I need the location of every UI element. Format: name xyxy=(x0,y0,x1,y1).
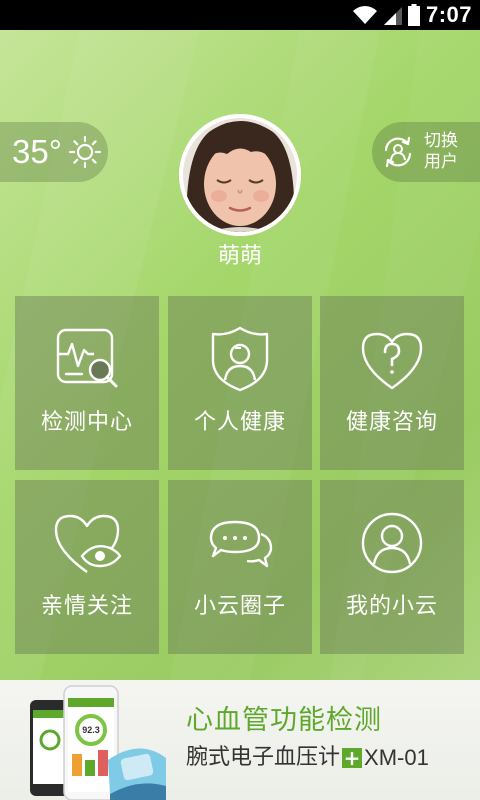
switch-user-icon xyxy=(384,136,412,168)
tile-my-cloud[interactable]: 我的小云 xyxy=(320,480,464,654)
heart-eye-icon xyxy=(54,514,122,573)
plus-icon: + xyxy=(342,746,363,770)
promo-banner[interactable]: 92.3 心血管功能检测 腕式电子血压计 + XM-01 xyxy=(0,680,480,800)
weather-widget[interactable]: 35° xyxy=(0,122,108,182)
tile-health-consult[interactable]: 健康咨询 xyxy=(320,296,464,470)
tile-label: 亲情关注 xyxy=(40,594,133,619)
phone-reading: 92.3 xyxy=(82,725,100,735)
switch-user-label-1: 切换 xyxy=(424,131,458,151)
tile-label: 小云圈子 xyxy=(193,594,286,619)
tile-label: 个人健康 xyxy=(193,410,286,435)
tile-label: 我的小云 xyxy=(345,594,438,619)
status-time: 7:07 xyxy=(425,2,472,27)
banner-model: XM-01 xyxy=(364,745,429,770)
sun-icon xyxy=(68,135,102,169)
avatar[interactable] xyxy=(179,114,301,236)
shield-user-icon xyxy=(211,326,269,392)
avatar-image xyxy=(179,114,301,236)
status-bar: 7:07 xyxy=(0,0,480,30)
tile-family-care[interactable]: 亲情关注 xyxy=(15,480,159,654)
banner-subtitle-row: 腕式电子血压计 + XM-01 xyxy=(186,743,429,773)
switch-user-button[interactable]: 切换 用户 xyxy=(372,122,480,182)
switch-user-label-2: 用户 xyxy=(424,152,458,172)
banner-title: 心血管功能检测 xyxy=(186,705,382,736)
banner-subtitle: 腕式电子血压计 xyxy=(186,745,341,770)
product-image: 92.3 xyxy=(30,685,166,800)
profile-name: 萌萌 xyxy=(217,244,262,269)
battery-icon xyxy=(407,4,420,26)
user-circle-icon xyxy=(361,512,423,574)
tile-cloud-circle[interactable]: 小云圈子 xyxy=(168,480,312,654)
tile-label: 检测中心 xyxy=(40,410,133,435)
tile-detection-center[interactable]: 检测中心 xyxy=(15,296,159,470)
chat-bubbles-icon xyxy=(209,520,273,568)
tile-personal-health[interactable]: 个人健康 xyxy=(168,296,312,470)
signal-icon xyxy=(383,7,402,25)
temperature-label: 35° xyxy=(12,133,62,170)
heart-question-icon xyxy=(361,332,423,390)
tile-label: 健康咨询 xyxy=(345,410,438,435)
monitor-search-icon xyxy=(56,328,118,388)
wifi-icon xyxy=(352,6,377,24)
